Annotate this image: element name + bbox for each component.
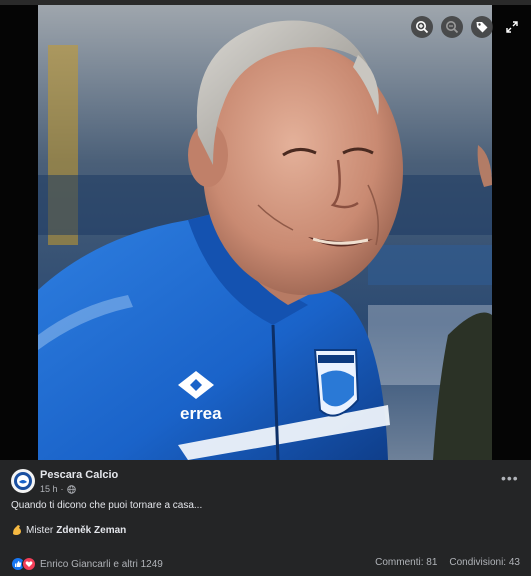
club-badge-icon bbox=[313, 349, 360, 417]
post-caption: Quando ti dicono che puoi tornare a casa… bbox=[11, 500, 203, 511]
errea-logo-text: errea bbox=[180, 404, 222, 423]
more-options-icon[interactable]: ••• bbox=[501, 470, 519, 486]
love-reaction-icon bbox=[22, 557, 36, 571]
globe-icon bbox=[66, 484, 76, 494]
mister-prefix: Mister bbox=[26, 524, 54, 536]
zoom-out-button[interactable] bbox=[441, 16, 463, 38]
page-name-link[interactable]: Pescara Calcio bbox=[40, 469, 118, 481]
post-stats: Commenti: 81 Condivisioni: 43 bbox=[375, 557, 520, 568]
post-meta: 15 h · bbox=[40, 484, 76, 494]
zoom-in-icon bbox=[416, 21, 429, 34]
fullscreen-button[interactable] bbox=[501, 16, 523, 38]
tag-button[interactable] bbox=[471, 16, 493, 38]
photo-illustration: errea bbox=[38, 5, 492, 460]
flexed-biceps-icon bbox=[13, 525, 21, 535]
meta-separator: · bbox=[60, 484, 64, 494]
mentioned-person-link[interactable]: Zdeněk Zeman bbox=[56, 525, 126, 536]
tag-icon bbox=[476, 22, 488, 33]
comments-count[interactable]: Commenti: 81 bbox=[375, 557, 437, 568]
post-photo[interactable]: errea bbox=[38, 5, 492, 460]
post-mention-line: Mister Zdeněk Zeman bbox=[11, 524, 126, 536]
shares-count[interactable]: Condivisioni: 43 bbox=[449, 557, 520, 568]
fullscreen-icon bbox=[506, 21, 518, 33]
zoom-in-button[interactable] bbox=[411, 16, 433, 38]
page-avatar[interactable] bbox=[11, 469, 35, 493]
post-details-panel: Pescara Calcio 15 h · ••• Quando ti dico… bbox=[0, 460, 531, 576]
pescara-crest-icon bbox=[14, 472, 32, 490]
reactions-text: Enrico Giancarli e altri 1249 bbox=[40, 558, 163, 570]
zoom-out-icon bbox=[446, 21, 459, 34]
reactions-summary[interactable]: Enrico Giancarli e altri 1249 bbox=[11, 557, 163, 571]
post-timestamp[interactable]: 15 h bbox=[40, 484, 58, 494]
photo-viewer: errea bbox=[0, 0, 531, 460]
